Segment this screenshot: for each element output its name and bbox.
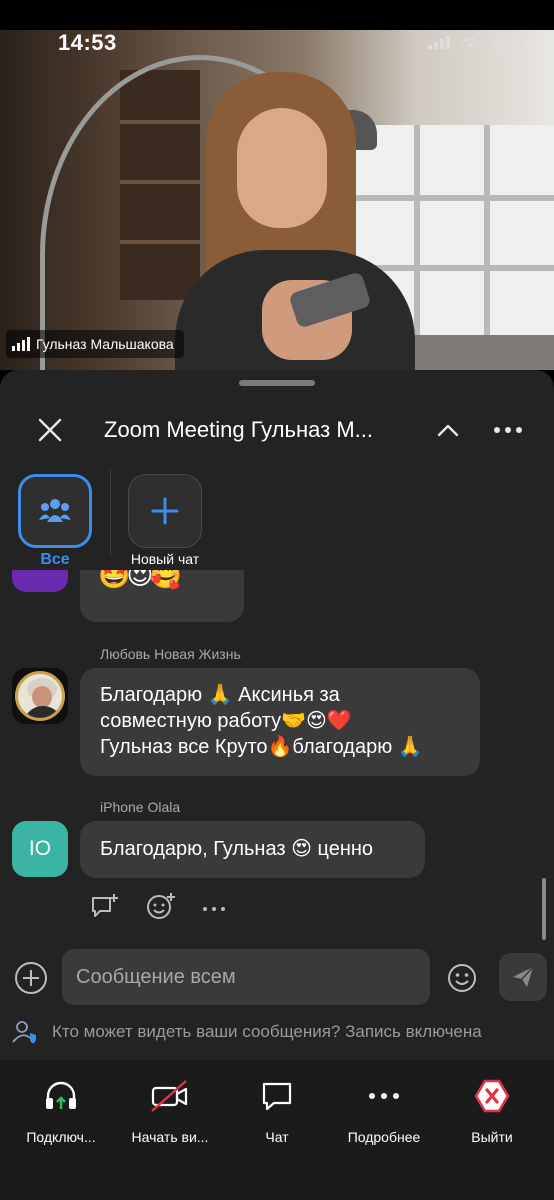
sender-name: Любовь Новая Жизнь <box>100 646 241 662</box>
chat-header: Zoom Meeting Гульназ М... <box>0 410 554 450</box>
participant-name: Гульназ Мальшакова <box>36 336 174 352</box>
filter-all-label: Все <box>40 551 70 568</box>
send-button[interactable] <box>499 953 547 1001</box>
chevron-up-icon <box>437 424 459 437</box>
reply-button[interactable] <box>90 893 120 924</box>
people-icon <box>39 499 71 522</box>
toolbar-label: Подключ... <box>26 1129 96 1145</box>
more-dots-icon <box>203 906 225 911</box>
message-line: совместную работу🤝😍❤️ <box>100 710 352 732</box>
user-shield-icon <box>12 1021 36 1044</box>
add-attachment-button[interactable] <box>15 962 47 994</box>
message-line: Гульназ все Круто🔥благодарю 🙏 <box>100 736 423 758</box>
status-bar <box>0 0 554 30</box>
leave-button[interactable]: Выйти <box>439 1078 545 1145</box>
sender-name: iPhone Olala <box>100 799 181 815</box>
wifi-icon <box>460 35 480 54</box>
avatar: IO <box>12 821 68 877</box>
privacy-text: Кто может видеть ваши сообщения? Запись … <box>52 1022 482 1041</box>
new-chat-label: Новый чат <box>130 551 200 567</box>
send-icon <box>513 966 534 987</box>
collapse-button[interactable] <box>434 416 462 444</box>
participant-video[interactable]: Гульназ Мальшакова <box>0 30 554 370</box>
add-emoji-icon <box>147 893 175 919</box>
chat-panel: Zoom Meeting Гульназ М... Все Новый чат … <box>0 370 554 1060</box>
message-bubble[interactable]: Благодарю, Гульназ 😍 ценно <box>80 821 425 878</box>
status-indicators <box>428 34 526 55</box>
avatar <box>12 570 68 592</box>
start-video-button[interactable]: Начать ви... <box>117 1078 223 1145</box>
message-actions <box>90 892 226 925</box>
privacy-notice[interactable]: Кто может видеть ваши сообщения? Запись … <box>12 1018 552 1046</box>
leave-icon <box>474 1079 510 1113</box>
toolbar-label: Выйти <box>471 1129 513 1145</box>
avatar <box>12 668 68 724</box>
status-time: 14:53 <box>58 30 117 55</box>
filter-all-chip[interactable] <box>18 474 92 548</box>
plus-icon <box>151 497 179 525</box>
more-options-button[interactable] <box>492 416 524 444</box>
message-composer <box>0 948 554 1008</box>
video-off-icon <box>151 1080 188 1112</box>
meeting-toolbar: Подключ... Начать ви... Чат Подробнее Вы… <box>0 1060 554 1200</box>
emoji-icon <box>448 964 476 992</box>
chat-button[interactable]: Чат <box>224 1078 330 1145</box>
scrollbar[interactable] <box>542 878 546 940</box>
message-line: Благодарю 🙏 Аксинья за <box>100 684 340 706</box>
toolbar-label: Начать ви... <box>131 1129 209 1145</box>
battery-icon <box>490 34 526 55</box>
message-more-button[interactable] <box>202 900 226 918</box>
message-bubble[interactable]: 🤩😍🥰 <box>80 570 244 622</box>
chat-title: Zoom Meeting Гульназ М... <box>104 417 373 442</box>
toolbar-label: Подробнее <box>347 1129 421 1145</box>
reply-thread-icon <box>92 894 118 917</box>
participant-face <box>237 108 327 228</box>
add-reaction-button[interactable] <box>146 892 176 925</box>
emoji-button[interactable] <box>446 962 478 994</box>
more-button[interactable]: Подробнее <box>331 1078 437 1145</box>
toolbar-label: Чат <box>265 1129 289 1145</box>
close-icon <box>38 418 62 442</box>
message-input[interactable] <box>62 949 430 1005</box>
cellular-icon <box>428 35 450 54</box>
more-icon <box>369 1093 399 1099</box>
participant-name-tag: Гульназ Мальшакова <box>6 330 184 358</box>
message-text: Благодарю, Гульназ 😍 ценно <box>100 838 374 860</box>
more-dots-icon <box>494 427 522 433</box>
new-chat-button[interactable] <box>128 474 202 548</box>
message-text: 🤩😍🥰 <box>98 570 182 590</box>
headphones-icon <box>46 1081 76 1109</box>
message-list[interactable]: 🤩😍🥰 Любовь Новая Жизнь Благодарю 🙏 Аксин… <box>0 570 554 940</box>
filter-divider <box>110 470 111 556</box>
join-audio-button[interactable]: Подключ... <box>8 1078 114 1145</box>
message-bubble[interactable]: Благодарю 🙏 Аксинья за совместную работу… <box>80 668 480 776</box>
close-button[interactable] <box>36 416 64 444</box>
sheet-grabber[interactable] <box>239 380 315 386</box>
chat-icon <box>262 1082 292 1111</box>
connection-signal-icon <box>12 337 30 351</box>
